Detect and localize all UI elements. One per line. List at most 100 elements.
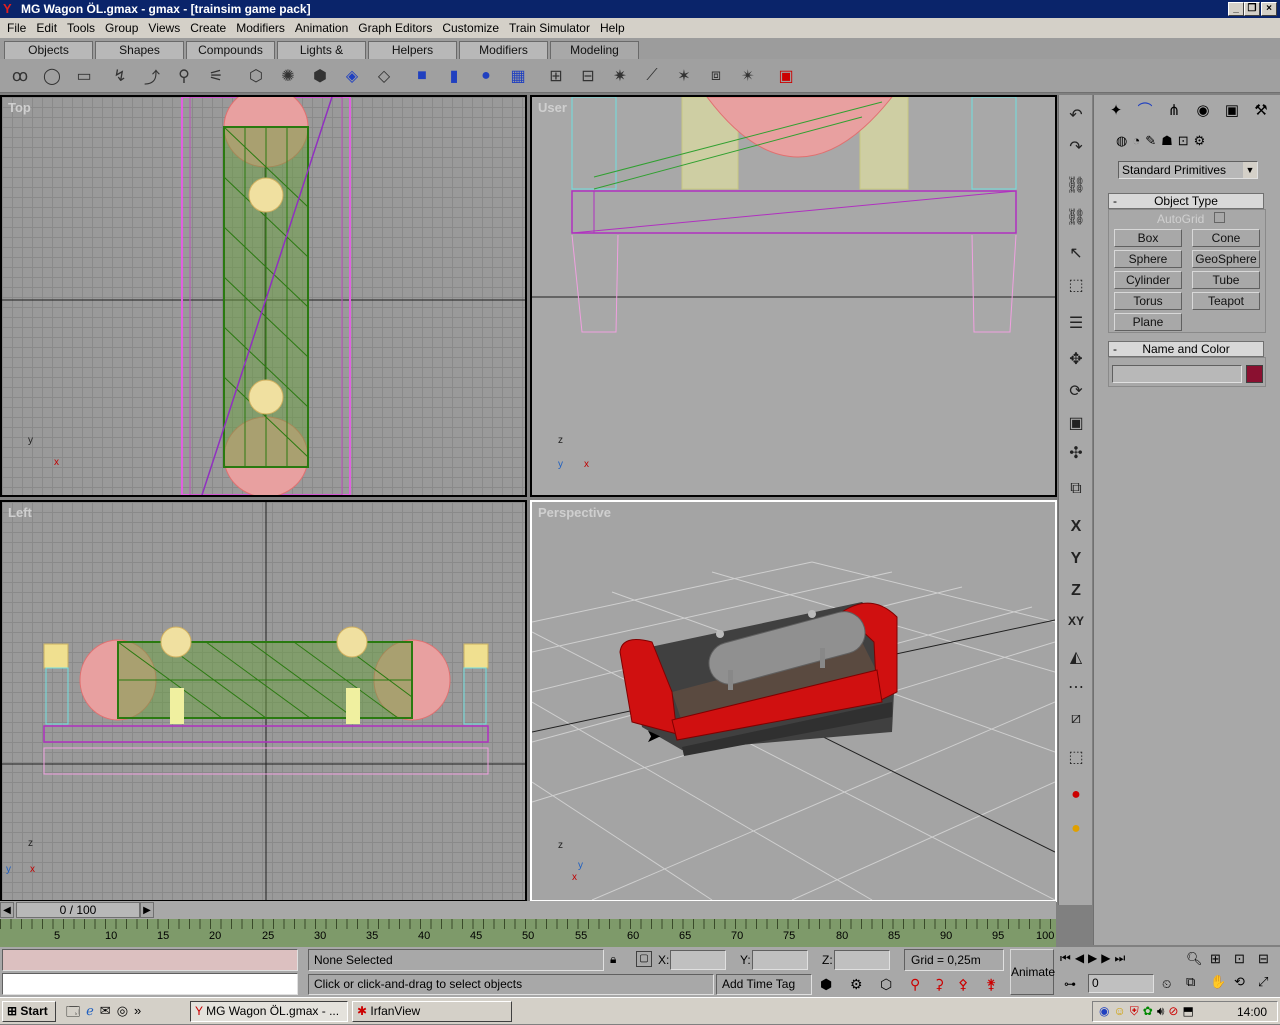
zoom-all-icon[interactable]: ⊞ [1210, 951, 1232, 972]
tab-lights-cameras[interactable]: Lights & Cameras [277, 41, 366, 74]
twist-icon[interactable]: ✶ [672, 64, 696, 88]
outlook-icon[interactable]: ✉ [100, 1003, 111, 1021]
torus-button[interactable]: Torus [1114, 292, 1182, 310]
unwrap-uvw-icon[interactable]: ◇ [372, 64, 396, 88]
viewport-cube-icon[interactable]: ⬢ [820, 976, 832, 993]
tab-shapes[interactable]: Shapes [95, 41, 184, 59]
unlink-icon[interactable]: ⛓ [1064, 205, 1088, 229]
viewport-left[interactable]: Left z y x [0, 500, 527, 902]
restore-button[interactable]: ❐ [1244, 2, 1260, 16]
menu-file[interactable]: File [2, 21, 31, 35]
time-slider-thumb[interactable]: 0 / 100 [16, 902, 140, 918]
xy-constraint-icon[interactable]: XY [1064, 609, 1088, 633]
edit-spline-icon[interactable]: ↯ [108, 64, 132, 88]
z-coord-input[interactable] [834, 950, 890, 970]
angle-snap-icon[interactable]: ⚳ [934, 976, 944, 993]
primitive-type-dropdown[interactable]: Standard Primitives [1118, 161, 1258, 179]
tray-app-icon[interactable]: ⬒ [1182, 1004, 1193, 1019]
teapot-button[interactable]: Teapot [1192, 292, 1260, 310]
motion-tab-icon[interactable]: ◉ [1191, 99, 1215, 123]
space-warps-icon[interactable]: ⚙ [1194, 133, 1206, 153]
chevron-left-icon[interactable]: ◀ [0, 902, 14, 918]
redo-icon[interactable]: ↷ [1064, 135, 1088, 159]
mesh-smooth-icon[interactable]: ✺ [276, 64, 300, 88]
bevel-icon[interactable]: ⚟ [204, 64, 228, 88]
y-constraint-icon[interactable]: Y [1064, 547, 1088, 571]
viewport-top[interactable]: Top y x [0, 95, 527, 497]
absolute-mode-icon[interactable]: ▢ [636, 951, 652, 967]
circle-icon[interactable]: ◯ [40, 64, 64, 88]
menu-animation[interactable]: Animation [290, 21, 353, 35]
select-arrow-icon[interactable]: ↖ [1064, 241, 1088, 265]
menu-views[interactable]: Views [143, 21, 185, 35]
gmax-app-icon[interactable]: Y [3, 2, 17, 16]
tray-smiley-icon[interactable]: ☺ [1113, 1004, 1125, 1019]
create-tab-icon[interactable]: ✦ [1104, 99, 1128, 123]
lock-selection-icon[interactable]: 🔒︎ [610, 952, 616, 967]
snap-icon[interactable]: ⧄ [1064, 707, 1088, 731]
desktop-icon[interactable]: 🗔︎ [66, 1003, 80, 1021]
tray-antivirus-icon[interactable]: ⛨ [1130, 1004, 1139, 1019]
plane-button[interactable]: Plane [1114, 313, 1182, 331]
material-editor-icon[interactable]: ● [1064, 783, 1088, 807]
helpers-icon[interactable]: ⊡ [1178, 133, 1189, 153]
select-by-name-icon[interactable]: ☰ [1064, 311, 1088, 335]
mirror-icon[interactable]: ◭ [1064, 645, 1088, 669]
display-tab-icon[interactable]: ▣ [1220, 99, 1244, 123]
uvw-map-icon[interactable]: ◈ [340, 64, 364, 88]
menu-customize[interactable]: Customize [437, 21, 504, 35]
box-wire-icon[interactable]: ⬡ [880, 976, 892, 993]
tube-button[interactable]: Tube [1192, 271, 1260, 289]
time-config-icon[interactable]: ⏲ [1162, 977, 1171, 992]
menu-modifiers[interactable]: Modifiers [231, 21, 290, 35]
pivot-icon[interactable]: ✣ [1064, 441, 1088, 465]
pan-icon[interactable]: ✋ [1210, 974, 1232, 995]
sphere-button[interactable]: Sphere [1114, 250, 1182, 268]
modify-tab-icon[interactable]: ⌒ [1133, 99, 1157, 123]
zoom-icon[interactable]: 🔍︎ [1186, 951, 1208, 972]
edit-mesh-icon[interactable]: ⬡ [244, 64, 268, 88]
object-color-swatch[interactable] [1246, 365, 1263, 383]
close-button[interactable]: × [1261, 2, 1277, 16]
name-color-rollout-header[interactable]: - Name and Color [1108, 341, 1264, 357]
go-to-start-icon[interactable]: ⏮ [1060, 951, 1071, 971]
link-icon[interactable]: ⛓ [1064, 173, 1088, 197]
z-constraint-icon[interactable]: Z [1064, 579, 1088, 603]
menu-create[interactable]: Create [185, 21, 231, 35]
y-coord-input[interactable] [752, 950, 808, 970]
menu-train-simulator[interactable]: Train Simulator [504, 21, 595, 35]
rotate-icon[interactable]: ⟳ [1064, 379, 1088, 403]
snap-3d-icon[interactable]: ⚲ [910, 976, 920, 993]
menu-group[interactable]: Group [100, 21, 143, 35]
tab-compounds[interactable]: Compounds [186, 41, 275, 59]
menu-tools[interactable]: Tools [62, 21, 100, 35]
loft-icon[interactable]: ⊟ [576, 64, 600, 88]
more-chevron-icon[interactable]: » [134, 1003, 141, 1021]
key-mode-icon[interactable]: ⊶ [1064, 977, 1076, 991]
cylinder-primitive-icon[interactable]: ▮ [442, 64, 466, 88]
scale-icon[interactable]: ▣ [1064, 411, 1088, 435]
tray-network-icon[interactable]: ◉ [1099, 1004, 1109, 1019]
utilities-tab-icon[interactable]: ⚒ [1249, 99, 1273, 123]
taskbar-irfanview-button[interactable]: ✱ IrfanView [352, 1001, 512, 1022]
shapes-icon[interactable]: ◔ [1132, 133, 1140, 153]
cylinder-button[interactable]: Cylinder [1114, 271, 1182, 289]
start-button[interactable]: ⊞ Start [2, 1001, 56, 1022]
autogrid-checkbox[interactable] [1214, 212, 1225, 223]
render-icon[interactable]: ● [1064, 817, 1088, 841]
internet-explorer-icon[interactable]: ℯ [86, 1003, 94, 1021]
previous-frame-icon[interactable]: ◀ [1075, 951, 1084, 971]
cameras-icon[interactable]: ☗ [1161, 133, 1173, 153]
lights-icon[interactable]: ✎ [1145, 133, 1156, 153]
box-primitive-icon[interactable]: ■ [410, 64, 434, 88]
animate-button[interactable]: Animate [1010, 949, 1055, 995]
arc-rotate-icon[interactable]: ⟲ [1234, 974, 1256, 995]
plane-primitive-icon[interactable]: ▦ [506, 64, 530, 88]
geosphere-button[interactable]: GeoSphere [1192, 250, 1260, 268]
line-icon[interactable]: ꝏ [8, 64, 32, 88]
boolean-icon[interactable]: ⊞ [544, 64, 568, 88]
cone-button[interactable]: Cone [1192, 229, 1260, 247]
align-icon[interactable]: ⋯ [1064, 675, 1088, 699]
maxscript-listener-input[interactable] [2, 949, 298, 971]
object-name-input[interactable] [1112, 365, 1242, 383]
